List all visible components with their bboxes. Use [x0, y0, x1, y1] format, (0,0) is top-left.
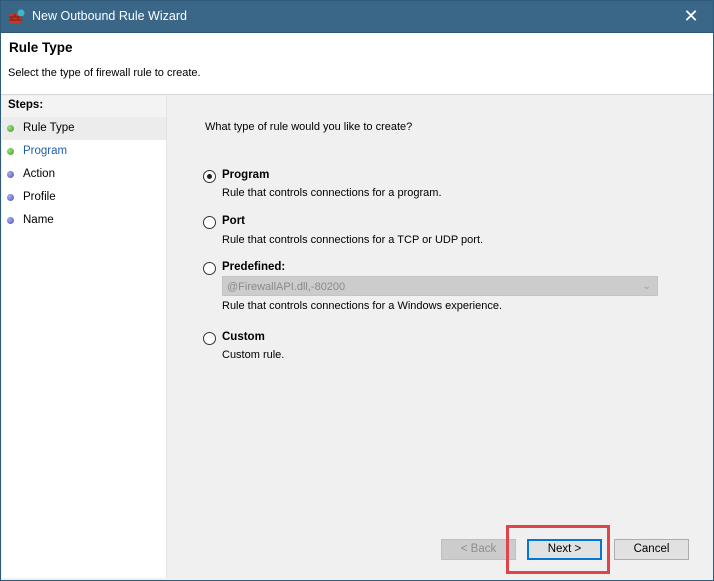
- back-button[interactable]: < Back: [441, 539, 516, 560]
- steps-panel: Steps: Rule Type Program Action Profile …: [2, 96, 167, 578]
- predefined-radio[interactable]: [203, 262, 216, 275]
- predefined-rule-select[interactable]: @FirewallAPI.dll,-80200 ⌄: [222, 276, 658, 296]
- step-label: Action: [23, 168, 55, 180]
- page-title: Rule Type: [9, 40, 73, 55]
- step-pending-dot-icon: [7, 171, 14, 178]
- step-label: Program: [23, 145, 68, 157]
- option-label[interactable]: Custom: [222, 331, 265, 343]
- steps-heading: Steps:: [2, 96, 166, 117]
- page-subtitle: Select the type of firewall rule to crea…: [8, 67, 201, 79]
- close-button[interactable]: ✕: [669, 1, 713, 32]
- step-pending-dot-icon: [7, 194, 14, 201]
- step-pending-dot-icon: [7, 217, 14, 224]
- close-icon: ✕: [683, 6, 699, 26]
- option-label[interactable]: Program: [222, 169, 269, 181]
- step-label: Rule Type: [23, 122, 75, 134]
- window-title: New Outbound Rule Wizard: [32, 9, 187, 23]
- predefined-rule-value: @FirewallAPI.dll,-80200: [227, 281, 346, 293]
- step-label: Name: [23, 214, 54, 226]
- step-rule-type: Rule Type: [2, 117, 166, 140]
- cancel-button[interactable]: Cancel: [614, 539, 689, 560]
- custom-radio[interactable]: [203, 332, 216, 345]
- step-complete-dot-icon: [7, 125, 14, 132]
- step-name: Name: [2, 209, 166, 232]
- port-radio[interactable]: [203, 216, 216, 229]
- step-label: Profile: [23, 191, 56, 203]
- option-label[interactable]: Predefined:: [222, 261, 285, 273]
- chevron-down-icon: ⌄: [642, 281, 651, 292]
- option-description: Rule that controls connections for a Win…: [222, 300, 503, 312]
- program-radio[interactable]: [203, 170, 216, 183]
- step-complete-dot-icon: [7, 148, 14, 155]
- step-profile: Profile: [2, 186, 166, 209]
- option-description: Custom rule.: [222, 349, 285, 361]
- rule-type-question: What type of rule would you like to crea…: [205, 121, 413, 133]
- step-action: Action: [2, 163, 166, 186]
- wizard-window: New Outbound Rule Wizard ✕ Rule Type Sel…: [0, 0, 714, 581]
- firewall-wizard-icon: [9, 9, 25, 23]
- next-button[interactable]: Next >: [527, 539, 602, 560]
- option-label[interactable]: Port: [222, 215, 245, 227]
- wizard-header: Rule Type Select the type of firewall ru…: [1, 33, 713, 95]
- main-content: What type of rule would you like to crea…: [169, 96, 713, 578]
- option-description: Rule that controls connections for a TCP…: [222, 234, 484, 246]
- title-bar: New Outbound Rule Wizard ✕: [1, 1, 713, 33]
- option-description: Rule that controls connections for a pro…: [222, 187, 442, 199]
- step-program[interactable]: Program: [2, 140, 166, 163]
